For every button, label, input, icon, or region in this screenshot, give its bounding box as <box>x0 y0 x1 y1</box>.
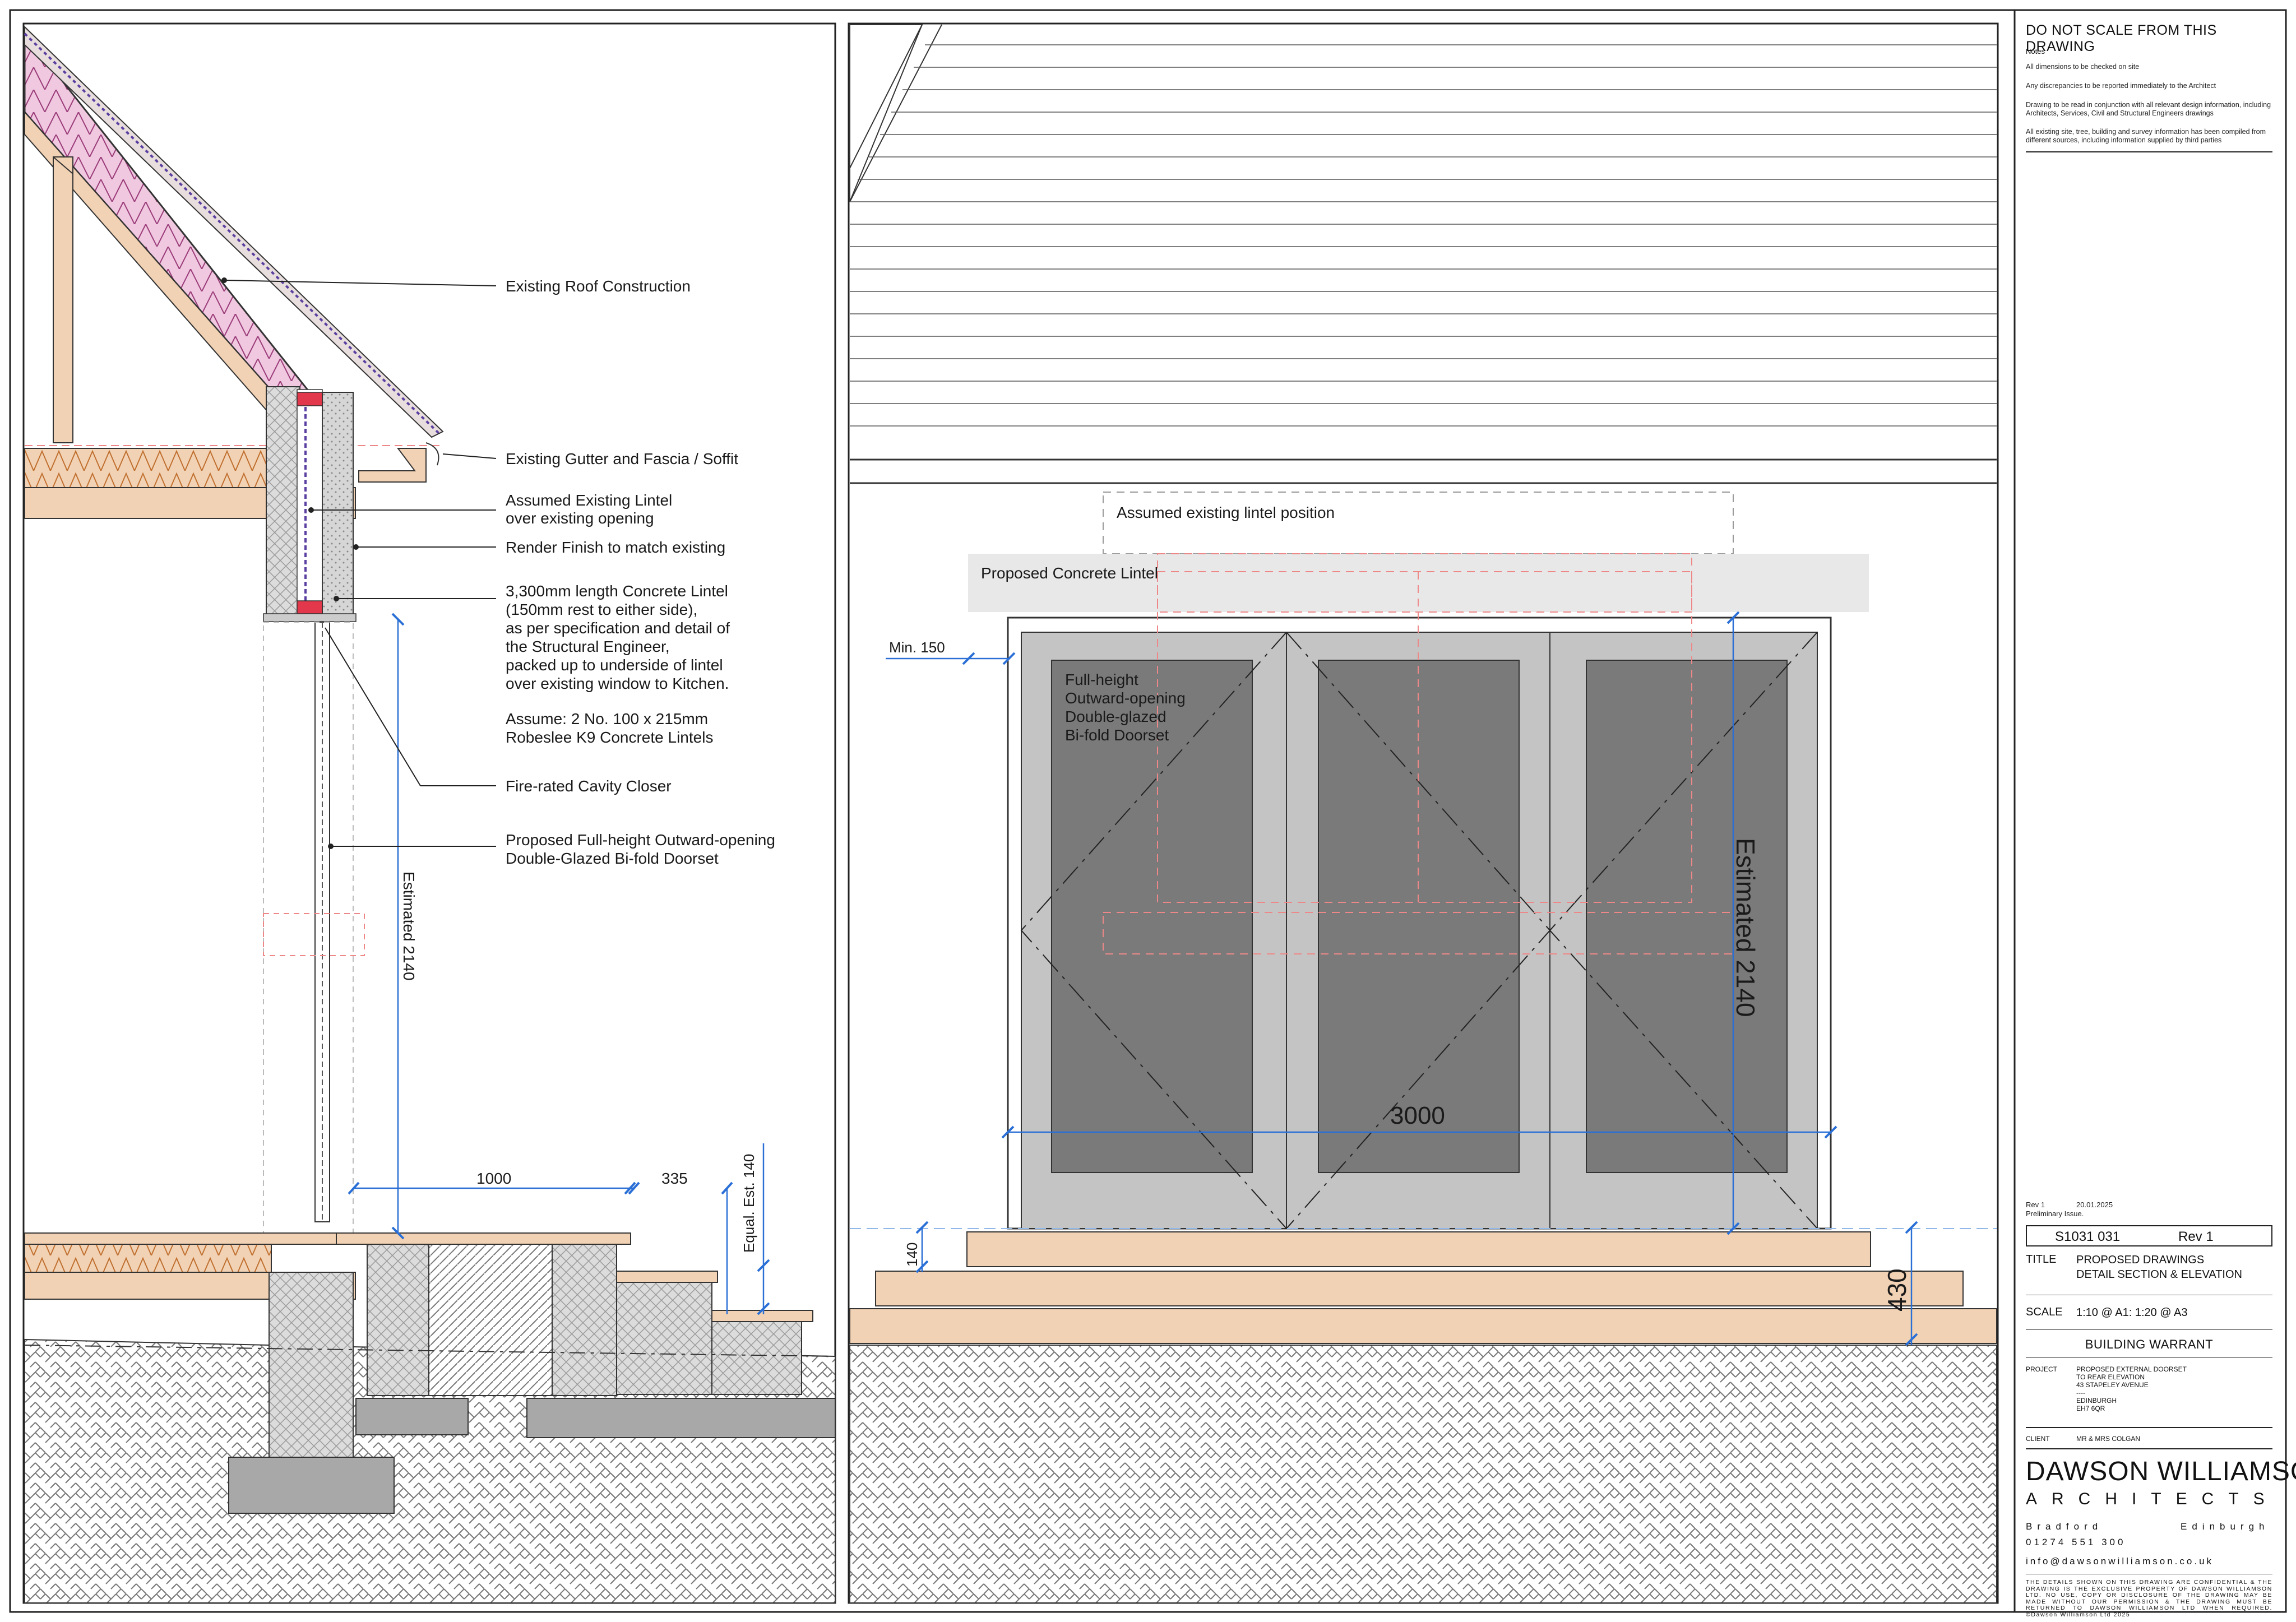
label-cavity-closer: Fire-rated Cavity Closer <box>506 777 672 795</box>
firm-subtitle: ARCHITECTS <box>2026 1490 2279 1508</box>
office-edinburgh: Edinburgh <box>2181 1521 2270 1532</box>
label-min-150: Min. 150 <box>889 639 945 656</box>
gutter-fascia <box>358 448 427 483</box>
label-proposed-lintel: Proposed Concrete Lintel <box>981 564 1158 582</box>
lintel-proposed <box>297 600 323 615</box>
label-concrete-lintel-3: as per specification and detail of <box>506 619 730 637</box>
firm-phone: 01274 551 300 <box>2026 1537 2126 1547</box>
client-label: CLIENT <box>2026 1435 2050 1443</box>
step-mid-tread <box>616 1271 718 1283</box>
drawing-number-box: S1031 031 Rev 1 <box>2026 1225 2272 1246</box>
divider <box>2026 1448 2272 1449</box>
step-fill <box>428 1244 553 1396</box>
office-bradford: Bradford <box>2026 1521 2103 1532</box>
elevation-ground <box>849 1345 1997 1604</box>
label-door-4: Bi-fold Doorset <box>1065 726 1169 744</box>
step-top-tread <box>336 1232 631 1245</box>
floor-insulation <box>24 1244 272 1273</box>
existing-lintel-outline <box>1103 492 1734 554</box>
notes-heading: Notes <box>2026 47 2045 55</box>
divider <box>2026 1329 2272 1330</box>
project-label: PROJECT <box>2026 1365 2058 1373</box>
note-4: All existing site, tree, building and su… <box>2026 128 2266 144</box>
revision-note: Preliminary Issue. <box>2026 1209 2084 1218</box>
label-doorset-2: Double-Glazed Bi-fold Doorset <box>506 850 719 867</box>
dim-width-text: 3000 <box>1390 1102 1445 1129</box>
note-2: Any discrepancies to be reported immedia… <box>2026 82 2216 90</box>
label-render: Render Finish to match existing <box>506 539 725 556</box>
floor-deck <box>24 1232 356 1245</box>
title-label: TITLE <box>2026 1253 2057 1266</box>
client-value: MR & MRS COLGAN <box>2076 1435 2141 1443</box>
title-line-1: PROPOSED DRAWINGS <box>2076 1254 2205 1266</box>
dim-elev-height-text: Estimated 2140 <box>1731 838 1760 1017</box>
drawing-number: S1031 031 <box>2055 1229 2121 1244</box>
note-3: Drawing to be read in conjunction with a… <box>2026 101 2271 117</box>
divider <box>2026 1427 2272 1428</box>
label-assume-1: Assume: 2 No. 100 x 215mm <box>506 710 708 727</box>
label-concrete-lintel-1: 3,300mm length Concrete Lintel <box>506 582 728 600</box>
label-gutter: Existing Gutter and Fascia / Soffit <box>506 450 738 467</box>
wall-cavity <box>297 389 323 614</box>
divider <box>2026 151 2272 152</box>
do-not-scale-warning: DO NOT SCALE FROM THIS DRAWING <box>2026 22 2217 54</box>
drawing-revision: Rev 1 <box>2178 1229 2214 1244</box>
firm-name: DAWSON WILLIAMSON <box>2026 1457 2296 1486</box>
label-existing-lintel-1: Assumed Existing Lintel <box>506 492 672 509</box>
label-door-2: Outward-opening <box>1065 689 1186 707</box>
title-block: DO NOT SCALE FROM THIS DRAWING Notes All… <box>2018 15 2296 1618</box>
divider <box>2026 1357 2272 1358</box>
status-label: BUILDING WARRANT <box>2085 1337 2214 1351</box>
outer-leaf-wall <box>322 392 354 617</box>
scale-value: 1:10 @ A1: 1:20 @ A3 <box>2076 1306 2188 1319</box>
dim-height-text: Estimated 2140 <box>400 872 418 981</box>
label-doorset-1: Proposed Full-height Outward-opening <box>506 831 775 849</box>
lintel-existing <box>297 392 323 406</box>
label-assume-2: Robeslee K9 Concrete Lintels <box>506 729 713 746</box>
label-concrete-lintel-5: packed up to underside of lintel <box>506 656 723 674</box>
label-existing-lintel-position: Assumed existing lintel position <box>1117 504 1335 521</box>
label-roof: Existing Roof Construction <box>506 277 691 295</box>
ceiling-insulation <box>24 448 272 488</box>
elevation-step-top <box>966 1231 1871 1267</box>
elevation: Assumed existing lintel position Propose… <box>849 24 1997 1604</box>
label-concrete-lintel-4: the Structural Engineer, <box>506 638 670 655</box>
project-value: PROPOSED EXTERNAL DOORSET TO REAR ELEVAT… <box>2076 1365 2187 1412</box>
title-line-2: DETAIL SECTION & ELEVATION <box>2076 1268 2242 1281</box>
label-concrete-lintel-6: over existing window to Kitchen. <box>506 675 729 692</box>
label-door-3: Double-glazed <box>1065 708 1166 725</box>
scale-label: SCALE <box>2026 1306 2063 1318</box>
firm-email: info@dawsonwilliamson.co.uk <box>2026 1556 2214 1567</box>
elevation-step-low <box>849 1308 1997 1344</box>
label-door-1: Full-height <box>1065 671 1138 688</box>
elevation-step-mid <box>875 1271 1964 1306</box>
architectural-drawing: Existing Roof Construction Existing Gutt… <box>9 9 2287 1613</box>
roof-strut <box>53 156 73 443</box>
note-1: All dimensions to be checked on site <box>2026 63 2140 71</box>
dim-step-2-text: 335 <box>661 1170 688 1187</box>
inner-leaf-wall <box>266 386 300 617</box>
dim-rise-text: Equal. Est. 140 <box>740 1154 757 1253</box>
revision-date: 20.01.2025 <box>2076 1201 2113 1209</box>
cladding-lines <box>850 44 1997 427</box>
dim-total-rise-text: 430 <box>1882 1268 1911 1311</box>
revision-label: Rev 1 <box>2026 1201 2045 1209</box>
confidentiality-notice: THE DETAILS SHOWN ON THIS DRAWING ARE CO… <box>2026 1579 2272 1618</box>
label-concrete-lintel-2: (150mm rest to either side), <box>506 601 697 618</box>
dim-step-1-text: 1000 <box>476 1170 511 1187</box>
label-existing-lintel-2: over existing opening <box>506 509 654 527</box>
dim-step-text: 140 <box>904 1243 920 1267</box>
detail-section: Existing Roof Construction Existing Gutt… <box>24 25 836 1604</box>
